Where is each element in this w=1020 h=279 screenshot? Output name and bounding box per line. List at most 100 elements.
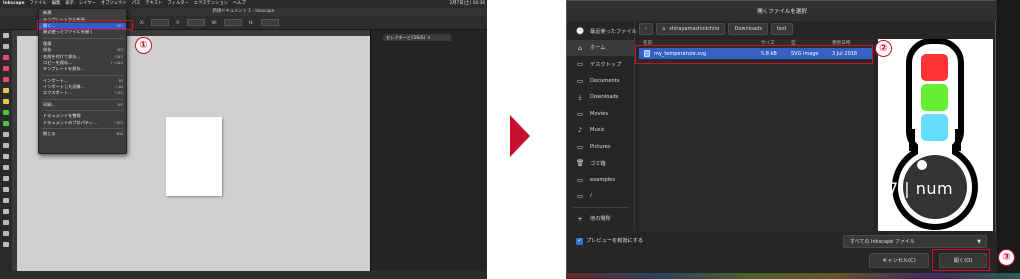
eraser-tool-icon[interactable] xyxy=(3,165,9,170)
sidebar-item-label: examples xyxy=(590,176,616,183)
sidebar-item[interactable]: ▭ Movies xyxy=(567,106,635,122)
w-field[interactable] xyxy=(224,19,243,26)
ellipse-tool-icon[interactable] xyxy=(3,77,9,82)
calligraphy-tool-icon[interactable] xyxy=(3,132,9,137)
docked-dialog-panel: セレクターとCSS(S) × xyxy=(370,30,487,279)
file-menu-item-label: 閉じる xyxy=(43,131,56,137)
menu-separator xyxy=(42,108,123,112)
star-tool-icon[interactable] xyxy=(3,88,9,93)
file-menu-item-label: ドキュメントのプロパティ... xyxy=(43,119,97,125)
menubar-item-filter[interactable]: フィルター xyxy=(167,0,188,8)
file-menu-item[interactable]: 閉じる ⌘W xyxy=(39,131,126,137)
selector-tool-icon[interactable] xyxy=(3,33,9,38)
step-badge-2: ② xyxy=(875,40,892,57)
sidebar-item[interactable]: + 他の場所 xyxy=(567,211,635,227)
desktop-background-strip xyxy=(566,273,1020,279)
zoom-tool-icon[interactable] xyxy=(3,231,9,236)
sidebar-item[interactable]: ⌂ ホーム xyxy=(567,39,635,56)
mesh-tool-icon[interactable] xyxy=(3,198,9,203)
pencil-tool-icon[interactable] xyxy=(3,110,9,115)
cancel-button[interactable]: キャンセル(C) xyxy=(869,253,929,268)
menubar-item-extensions[interactable]: エクステンション xyxy=(194,0,228,8)
tab-selectors-css[interactable]: セレクターとCSS(S) × xyxy=(383,34,451,41)
chevron-left-icon: ‹ xyxy=(645,25,647,32)
sidebar-item-label: Music xyxy=(590,127,605,133)
file-menu-item-shortcut: ⌘I xyxy=(118,78,123,83)
menubar-item-object[interactable]: オブジェクト xyxy=(101,0,127,8)
sidebar-item[interactable]: 🕒 最近使ったファイル xyxy=(567,23,637,39)
sidebar-item-label: デスクトップ xyxy=(590,61,622,68)
spiral-tool-icon[interactable] xyxy=(3,99,9,104)
sidebar-item[interactable]: ▭ デスクトップ xyxy=(567,56,635,72)
sidebar-item[interactable]: ⤓ Downloads xyxy=(567,89,635,105)
path-segment-home[interactable]: ⌂ shirayamashinichiro xyxy=(656,22,726,35)
path-segment-test[interactable]: test xyxy=(770,22,793,35)
file-menu-item[interactable]: エクスポート... ⇧⌘E xyxy=(39,90,126,96)
menubar-item-path[interactable]: パス xyxy=(132,0,141,8)
preview-checkbox[interactable]: ✓ xyxy=(576,238,583,245)
menu-separator xyxy=(42,126,123,129)
sidebar-item-icon: 🕒 xyxy=(576,27,585,35)
file-menu-item-shortcut: ⌘P xyxy=(117,102,123,107)
sidebar-item-icon: ▭ xyxy=(576,76,584,85)
sidebar-item[interactable]: ▭ Documents xyxy=(567,73,635,89)
sidebar-item[interactable]: ▭ examples xyxy=(567,172,635,188)
menubar-item-layer[interactable]: レイヤー xyxy=(79,0,96,8)
close-icon[interactable]: × xyxy=(427,35,431,40)
sidebar-item[interactable]: ▭ Pictures xyxy=(567,139,635,155)
file-menu-item[interactable]: テンプレートを保存... xyxy=(39,66,126,72)
menubar-item-view[interactable]: 表示 xyxy=(65,0,74,8)
app-menu[interactable]: Inkscape xyxy=(3,0,25,8)
open-dialog-screenshot: 開くファイルを選択 🕒 最近使ったファイル ⌂ ホーム ▭ デスクトップ ▭ Document… xyxy=(566,0,1020,279)
menubar-item-help[interactable]: ヘルプ xyxy=(233,0,246,8)
sidebar-item-icon: ▭ xyxy=(576,109,584,118)
path-segment-downloads-label: Downloads xyxy=(734,25,762,32)
dialog-title: 開くファイルを選択 xyxy=(757,9,807,15)
file-menu-item-shortcut: ⇧⌥⌘S xyxy=(109,60,123,65)
file-menu-item-shortcut: ⇧⌘E xyxy=(114,91,123,96)
file-menu-item-label: 新規 xyxy=(43,10,52,16)
sidebar-item[interactable]: 🗑 ゴミ箱 xyxy=(567,155,635,171)
menubar-item-edit[interactable]: 編集 xyxy=(52,0,61,8)
file-menu-item[interactable]: 印刷... ⌘P xyxy=(39,102,126,108)
sidebar-item-icon: ▭ xyxy=(576,175,584,184)
rect-tool-icon[interactable] xyxy=(3,55,9,60)
sidebar-item[interactable]: ♪ Music xyxy=(567,122,635,138)
gradient-tool-icon[interactable] xyxy=(3,187,9,192)
pen-tool-icon[interactable] xyxy=(3,121,9,126)
bucket-tool-icon[interactable] xyxy=(3,176,9,181)
file-menu-item-label: テンプレートを保存... xyxy=(43,66,85,72)
preview-overlay-text: 7 | num xyxy=(888,179,954,198)
x-field[interactable] xyxy=(151,19,170,26)
node-tool-icon[interactable] xyxy=(3,44,9,49)
dropper-tool-icon[interactable] xyxy=(3,209,9,214)
file-type-filter-select[interactable]: すべての Inkscape ファイル ▼ xyxy=(843,235,987,248)
menubar-item-text[interactable]: テキスト xyxy=(145,0,162,8)
spray-tool-icon[interactable] xyxy=(3,154,9,159)
next-step-arrow-icon xyxy=(510,115,530,157)
file-menu-item-label: 印刷... xyxy=(43,101,56,107)
sidebar-item-label: 他の場所 xyxy=(590,216,611,222)
measure-tool-icon[interactable] xyxy=(3,242,9,247)
sidebar-item-icon: ▭ xyxy=(576,192,584,200)
path-back-button[interactable]: ‹ xyxy=(639,22,653,35)
menubar-clock: 2月7日(土) 10:36 xyxy=(449,1,485,6)
file-menu-item-label: 復帰 xyxy=(43,40,52,46)
file-menu-item[interactable]: 最近使ったファイルを開く xyxy=(39,29,126,35)
y-field[interactable] xyxy=(186,19,205,26)
sidebar-item-label: / xyxy=(590,193,592,199)
highlight-box-open-menu-item xyxy=(37,20,133,30)
sidebar-item[interactable]: ▭ / xyxy=(567,188,635,204)
path-segment-downloads[interactable]: Downloads xyxy=(728,22,768,35)
step-badge-1: ① xyxy=(135,37,152,54)
h-field[interactable] xyxy=(260,19,279,26)
box3d-tool-icon[interactable] xyxy=(3,66,9,71)
file-menu-item[interactable]: ドキュメントのプロパティ... ⇧⌘D xyxy=(39,119,126,125)
menubar-item-file[interactable]: ファイル xyxy=(30,0,47,8)
highlight-box-open-button xyxy=(932,249,990,271)
file-menu-item-shortcut: ⌘W xyxy=(115,132,123,137)
toolbox xyxy=(0,30,12,279)
menu-separator xyxy=(42,97,123,100)
text-tool-icon[interactable] xyxy=(3,143,9,148)
connector-tool-icon[interactable] xyxy=(3,220,9,225)
